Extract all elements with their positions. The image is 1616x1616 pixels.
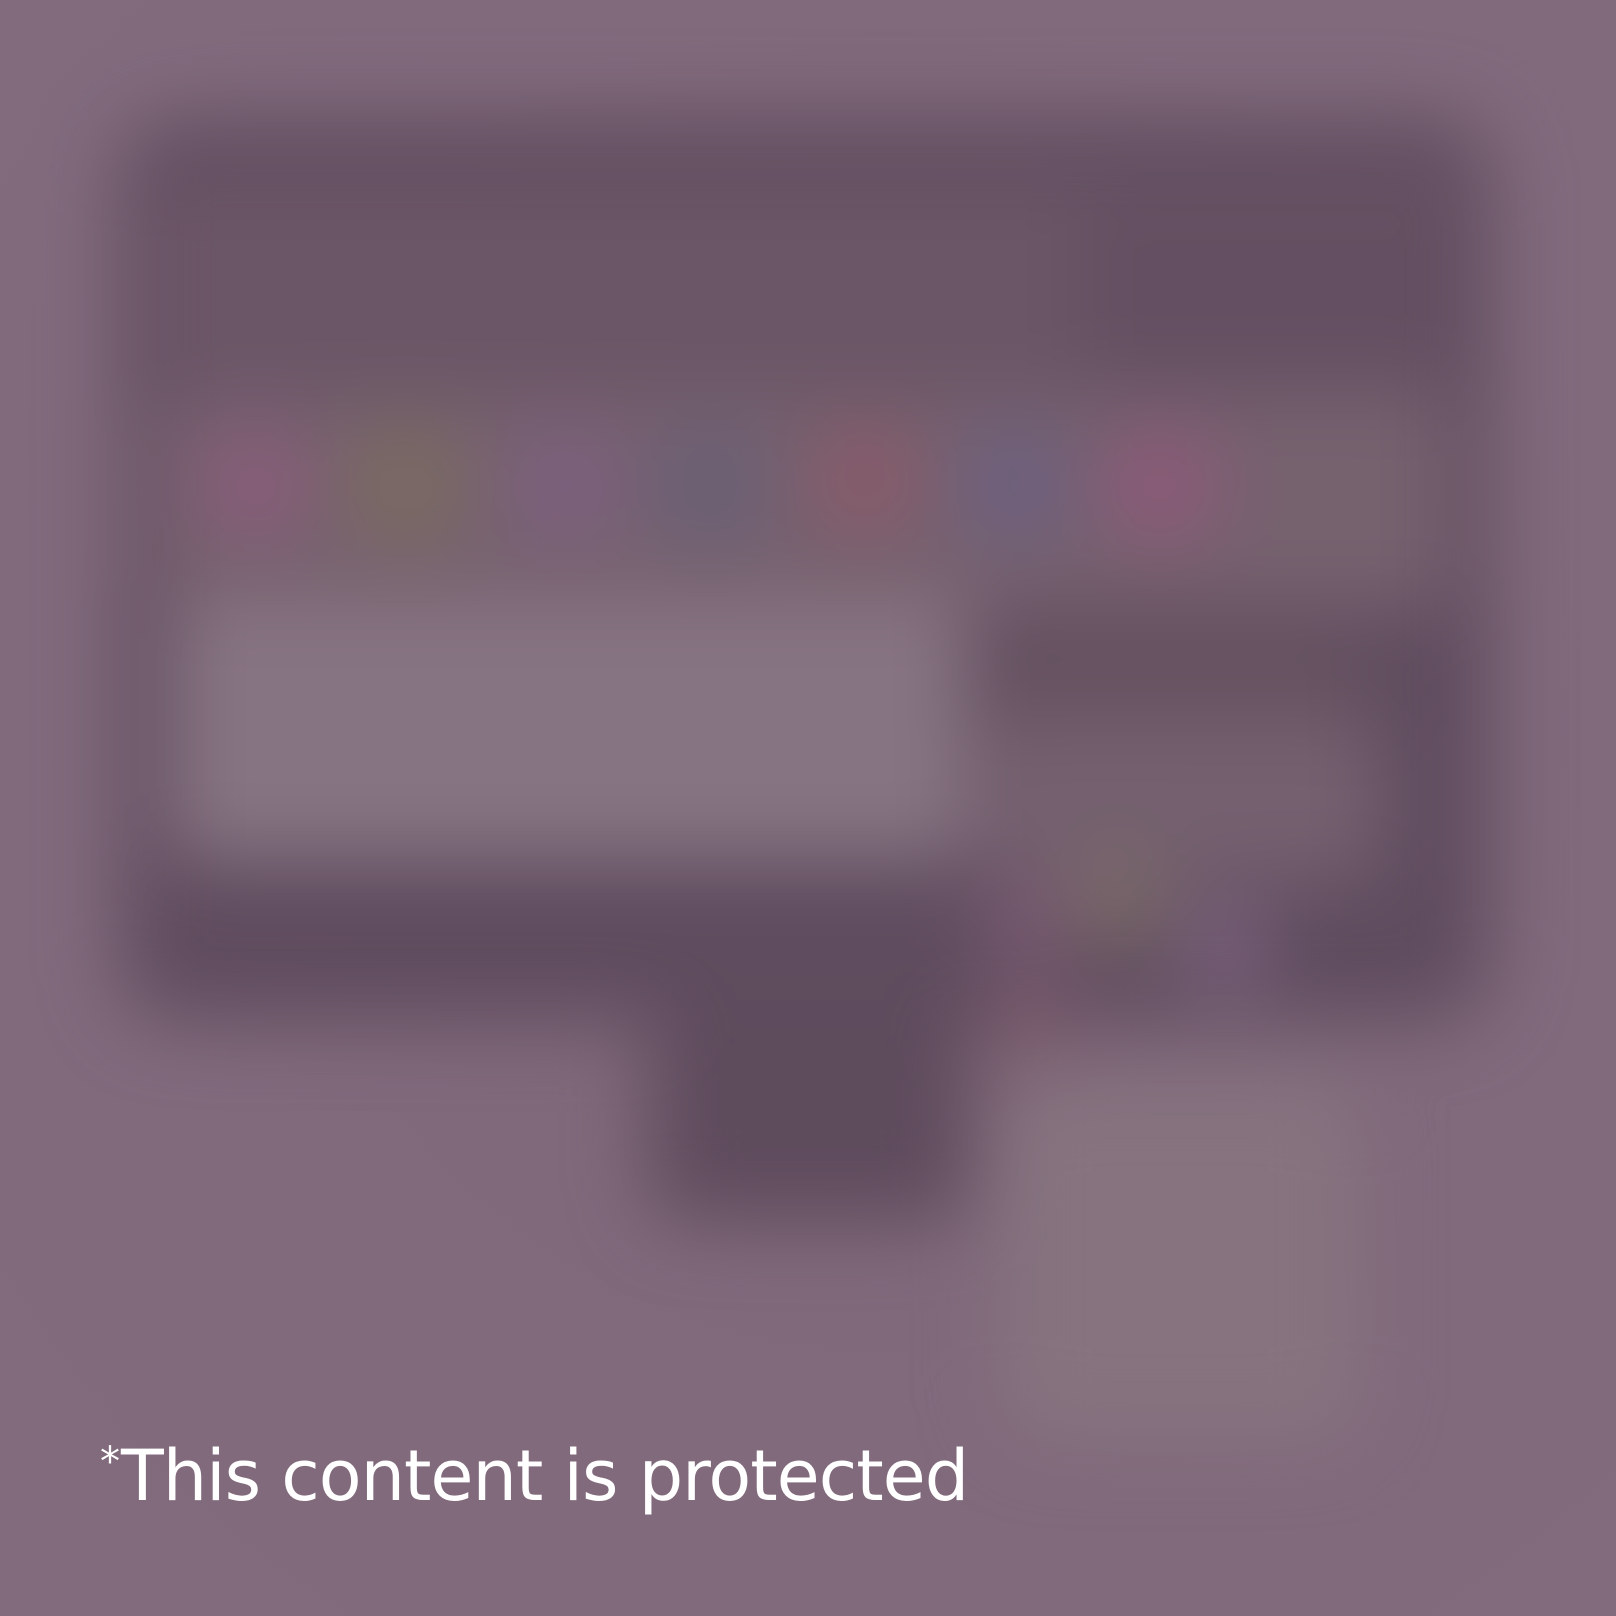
monitor-header-right bbox=[1080, 200, 1460, 370]
app-tile-6-icon bbox=[960, 430, 1070, 540]
side-card-header bbox=[1000, 640, 1360, 730]
protected-preview: *This content is protected bbox=[0, 0, 1616, 1616]
notice-text: This content is protected bbox=[121, 1435, 969, 1517]
protected-content-notice: *This content is protected bbox=[100, 1432, 969, 1520]
app-tile-1-icon bbox=[200, 430, 310, 540]
device-icon-4 bbox=[990, 980, 1070, 1060]
app-tile-4-icon bbox=[650, 425, 770, 545]
app-tile-5-icon bbox=[810, 425, 920, 535]
monitor-content-panel bbox=[170, 600, 970, 860]
handheld-device bbox=[1000, 1080, 1360, 1440]
blurred-background bbox=[0, 0, 1616, 1616]
device-icon-1 bbox=[980, 880, 1070, 970]
monitor-stand bbox=[650, 1000, 970, 1220]
app-tile-3-icon bbox=[510, 430, 620, 540]
app-tile-7-icon bbox=[1100, 425, 1220, 545]
device-icon-2 bbox=[1070, 850, 1170, 950]
side-card-body bbox=[980, 720, 1380, 880]
notice-asterisk: * bbox=[100, 1439, 120, 1485]
app-tile-2-icon bbox=[340, 420, 470, 550]
device-icon-3 bbox=[1180, 900, 1270, 990]
